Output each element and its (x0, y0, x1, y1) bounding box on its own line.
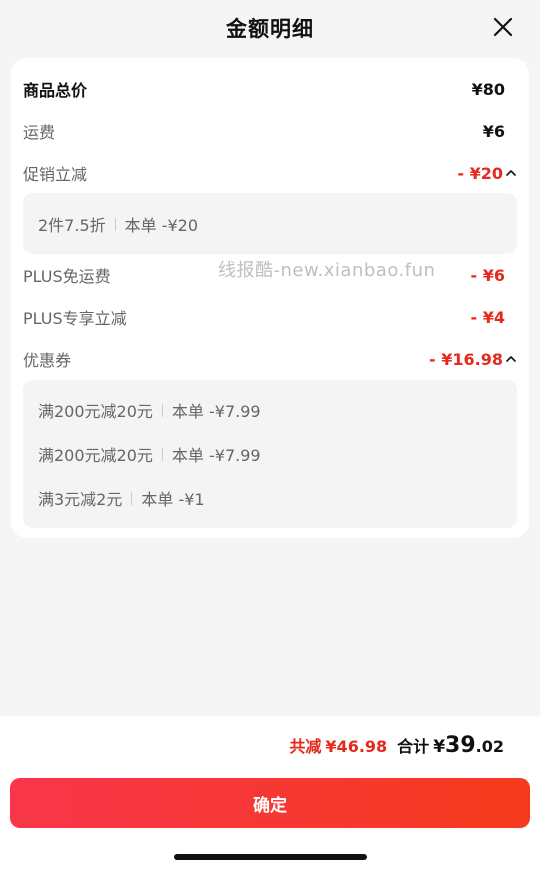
detail-value: - ¥4 (470, 307, 505, 327)
detail-label: 运费 (23, 123, 56, 142)
coupon-amount: 本单 -¥7.99 (171, 402, 261, 421)
detail-row-plus-discount: PLUS专享立减 - ¥4 (23, 302, 505, 332)
chevron-up-icon[interactable] (505, 167, 517, 179)
divider (114, 217, 116, 231)
coupon-subdetail-box: 满200元减20元 本单 -¥7.99 满200元减20元 本单 -¥7.99 … (23, 380, 517, 528)
dialog-header: 金额明细 (0, 0, 540, 56)
totals-summary: 共减 ¥46.98 合计 ¥ 39 .02 (289, 733, 504, 758)
detail-value: - ¥16.98 (429, 349, 503, 369)
price-detail-card: 商品总价 ¥80 运费 ¥6 促销立减 - ¥20 2件7.5折 本单 -¥20… (11, 58, 529, 538)
coupon-name: 满200元减20元 (38, 446, 153, 465)
coupon-item: 满200元减20元 本单 -¥7.99 (38, 395, 261, 425)
saved-label: 共减 (289, 737, 322, 756)
detail-label: PLUS免运费 (23, 267, 111, 286)
detail-label: PLUS专享立减 (23, 309, 127, 328)
detail-row-shipping: 运费 ¥6 (23, 116, 505, 146)
promotion-subdetail-box: 2件7.5折 本单 -¥20 (23, 193, 517, 254)
saved-amount: ¥46.98 (325, 737, 388, 756)
coupon-amount: 本单 -¥1 (141, 490, 205, 509)
promotion-item: 2件7.5折 本单 -¥20 (38, 209, 198, 239)
coupon-amount: 本单 -¥7.99 (171, 446, 261, 465)
page-title: 金额明细 (226, 17, 314, 41)
divider (131, 491, 133, 505)
watermark: 线报酷-new.xianbao.fun (218, 260, 436, 281)
detail-value: - ¥20 (457, 163, 503, 183)
coupon-item: 满200元减20元 本单 -¥7.99 (38, 439, 261, 469)
detail-value: - ¥6 (470, 265, 505, 285)
detail-label: 商品总价 (23, 81, 88, 100)
total-currency: ¥ (433, 737, 446, 757)
total-decimal: .02 (475, 737, 504, 756)
promotion-amount: 本单 -¥20 (124, 216, 199, 235)
coupon-item: 满3元减2元 本单 -¥1 (38, 483, 205, 513)
total-integer: 39 (445, 733, 476, 758)
close-icon[interactable] (490, 14, 516, 40)
divider (161, 447, 163, 461)
detail-row-promotion[interactable]: 促销立减 - ¥20 (23, 158, 516, 188)
divider (161, 403, 163, 417)
home-indicator (174, 854, 367, 860)
detail-row-goods-total: 商品总价 ¥80 (23, 74, 505, 104)
detail-value: ¥80 (471, 79, 505, 99)
promotion-name: 2件7.5折 (38, 216, 106, 235)
total-label: 合计 (397, 737, 430, 756)
detail-label: 优惠券 (23, 351, 72, 370)
detail-value: ¥6 (482, 121, 505, 141)
detail-label: 促销立减 (23, 165, 88, 184)
coupon-name: 满3元减2元 (38, 490, 123, 509)
confirm-button[interactable]: 确定 (10, 778, 530, 828)
detail-row-coupon[interactable]: 优惠券 - ¥16.98 (23, 344, 516, 374)
footer-bar: 共减 ¥46.98 合计 ¥ 39 .02 确定 (0, 716, 540, 871)
coupon-name: 满200元减20元 (38, 402, 153, 421)
chevron-up-icon[interactable] (505, 353, 517, 365)
